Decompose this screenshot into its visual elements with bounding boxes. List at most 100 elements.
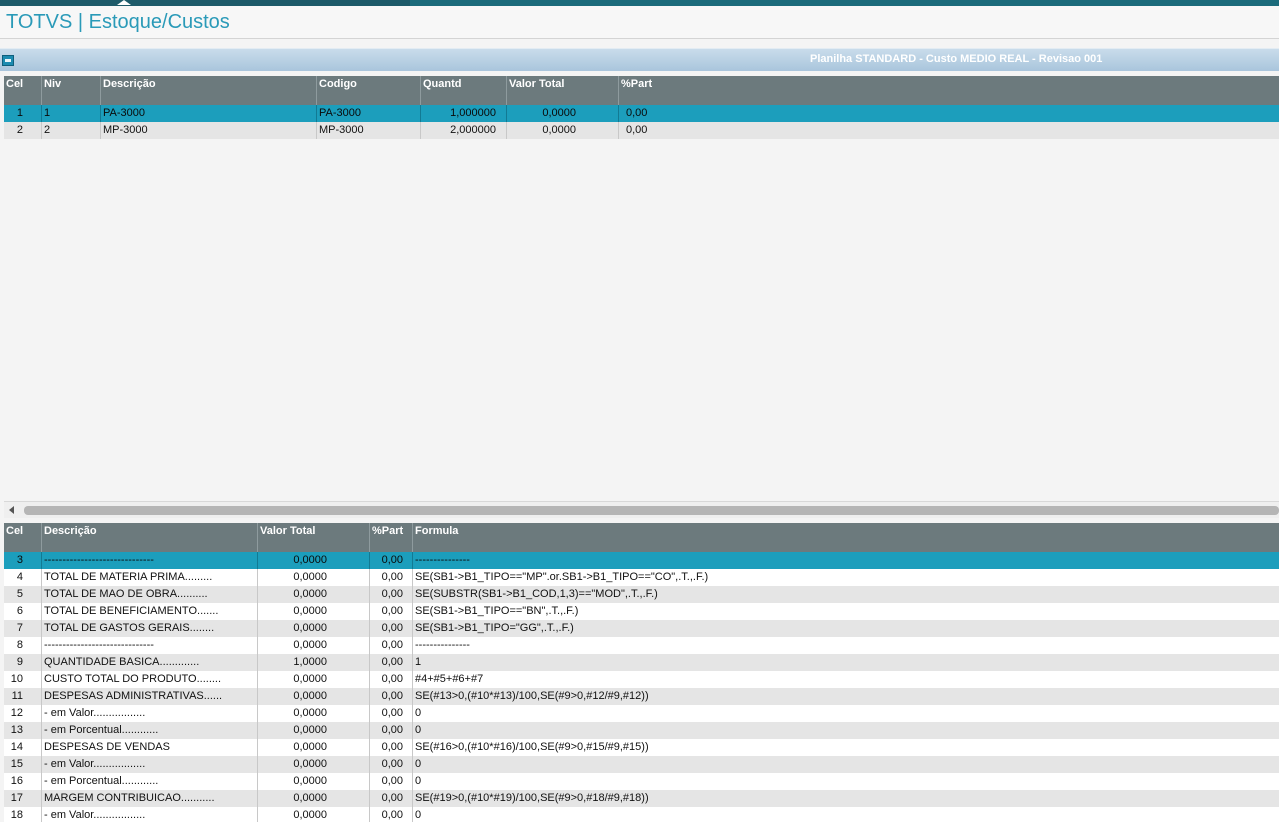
scrollbar-thumb[interactable]: [24, 506, 1279, 515]
cell-valor-total: 0,0000: [258, 637, 370, 654]
table-row[interactable]: 14 DESPESAS DE VENDAS 0,0000 0,00 SE(#16>0,(…: [4, 739, 1279, 756]
table-row[interactable]: 9 QUANTIDADE BASICA............. 1,0000 0,0…: [4, 654, 1279, 671]
cell-cel: 18: [4, 807, 42, 822]
cell-part: 0,00: [370, 688, 413, 705]
arrow-left-icon[interactable]: [9, 506, 14, 514]
table-row[interactable]: 12 - em Valor................. 0,0000 0,00…: [4, 705, 1279, 722]
cell-valor-total: 0,0000: [258, 552, 370, 569]
cell-valor-total: 0,0000: [258, 620, 370, 637]
cell-cel: 11: [4, 688, 42, 705]
table-row[interactable]: 18 - em Valor................. 0,0000 0,00…: [4, 807, 1279, 822]
cell-formula: SE(#16>0,(#10*#16)/100,SE(#9>0,#15/#9,#1…: [415, 741, 649, 753]
window-icon[interactable]: [2, 55, 14, 66]
cell-cel: 3: [4, 552, 42, 569]
window-titlebar: Planilha STANDARD - Custo MEDIO REAL - R…: [0, 48, 1279, 71]
cell-descricao: CUSTO TOTAL DO PRODUTO........: [42, 671, 258, 688]
cell-cel: 1: [4, 105, 42, 122]
col-header-cel[interactable]: Cel: [4, 523, 42, 552]
cell-cel: 14: [4, 739, 42, 756]
cell-descricao: PA-3000: [101, 105, 317, 122]
cell-descricao: TOTAL DE MATERIA PRIMA.........: [42, 569, 258, 586]
table-row[interactable]: 15 - em Valor................. 0,0000 0,00…: [4, 756, 1279, 773]
cell-formula: SE(#13>0,(#10*#13)/100,SE(#9>0,#12/#9,#1…: [415, 690, 649, 702]
cell-formula: 0: [415, 707, 422, 719]
cell-quantd: 2,000000: [421, 122, 507, 139]
cell-cel: 2: [4, 122, 42, 139]
cell-part: 0,00: [370, 620, 413, 637]
cell-part: 0,00: [626, 124, 648, 136]
table-row[interactable]: 4 TOTAL DE MATERIA PRIMA......... 0,0000 0,…: [4, 569, 1279, 586]
cell-formula: 0: [415, 724, 422, 736]
cell-descricao: - em Valor.................: [42, 705, 258, 722]
col-header-descricao[interactable]: Descrição: [101, 76, 317, 105]
table-row[interactable]: 6 TOTAL DE BENEFICIAMENTO....... 0,0000 0,0…: [4, 603, 1279, 620]
cell-formula: SE(SB1->B1_TIPO=="BN",.T.,.F.): [415, 605, 579, 617]
col-header-niv[interactable]: Niv: [42, 76, 101, 105]
col-header-descricao[interactable]: Descrição: [42, 523, 258, 552]
cell-formula: #4+#5+#6+#7: [415, 673, 484, 685]
cell-descricao: - em Valor.................: [42, 807, 258, 822]
table-row[interactable]: 11 DESPESAS ADMINISTRATIVAS...... 0,0000 0,…: [4, 688, 1279, 705]
table-row[interactable]: 1 1 PA-3000 PA-3000 1,000000 0,0000 0,00: [4, 105, 1279, 122]
window-subtitle: Planilha STANDARD - Custo MEDIO REAL - R…: [810, 53, 1103, 65]
cell-descricao: TOTAL DE GASTOS GERAIS........: [42, 620, 258, 637]
table-row[interactable]: 3 ------------------------------ 0,0000 0,0…: [4, 552, 1279, 569]
cell-part: 0,00: [626, 107, 648, 119]
col-header-quantd[interactable]: Quantd: [421, 76, 507, 105]
cost-sheet-rows: 3 ------------------------------ 0,0000 0,0…: [4, 552, 1279, 822]
cell-valor-total: 0,0000: [258, 586, 370, 603]
cell-part: 0,00: [370, 671, 413, 688]
col-header-cel[interactable]: Cel: [4, 76, 42, 105]
cell-cel: 16: [4, 773, 42, 790]
cell-cel: 5: [4, 586, 42, 603]
cell-valor-total: 0,0000: [258, 603, 370, 620]
cell-descricao: - em Porcentual............: [42, 773, 258, 790]
col-header-part[interactable]: %Part: [619, 76, 1279, 105]
horizontal-scrollbar[interactable]: [4, 501, 1279, 518]
table-row[interactable]: 13 - em Porcentual............ 0,0000 0,00…: [4, 722, 1279, 739]
cell-part: 0,00: [370, 586, 413, 603]
cell-part: 0,00: [370, 552, 413, 569]
cell-descricao: - em Porcentual............: [42, 722, 258, 739]
cell-formula: ---------------: [415, 639, 470, 651]
cell-formula: SE(#19>0,(#10*#19)/100,SE(#9>0,#18/#9,#1…: [415, 792, 649, 804]
col-header-part[interactable]: %Part: [370, 523, 413, 552]
cell-part: 0,00: [370, 739, 413, 756]
table-row[interactable]: 17 MARGEM CONTRIBUICAO........... 0,0000 0,…: [4, 790, 1279, 807]
cell-formula: SE(SB1->B1_TIPO="GG",.T.,.F.): [415, 622, 574, 634]
table-row[interactable]: 5 TOTAL DE MAO DE OBRA.......... 0,0000 0,0…: [4, 586, 1279, 603]
col-header-valor-total[interactable]: Valor Total: [258, 523, 370, 552]
structure-grid-header: Cel Niv Descrição Codigo Quantd Valor To…: [4, 76, 1279, 105]
cell-part: 0,00: [370, 705, 413, 722]
cell-cel: 12: [4, 705, 42, 722]
col-header-valor-total[interactable]: Valor Total: [507, 76, 619, 105]
table-row[interactable]: 10 CUSTO TOTAL DO PRODUTO........ 0,0000 0,…: [4, 671, 1279, 688]
cell-part: 0,00: [370, 569, 413, 586]
cell-descricao: TOTAL DE MAO DE OBRA..........: [42, 586, 258, 603]
cell-niv: 2: [42, 122, 101, 139]
cell-cel: 6: [4, 603, 42, 620]
cell-valor-total: 0,0000: [258, 807, 370, 822]
table-row[interactable]: 7 TOTAL DE GASTOS GERAIS........ 0,0000 0,0…: [4, 620, 1279, 637]
cell-part: 0,00: [370, 637, 413, 654]
cell-valor-total: 0,0000: [258, 722, 370, 739]
table-row[interactable]: 2 2 MP-3000 MP-3000 2,000000 0,0000 0,00: [4, 122, 1279, 139]
col-header-formula[interactable]: Formula: [413, 523, 1279, 552]
cell-descricao: DESPESAS DE VENDAS: [42, 739, 258, 756]
cell-valor-total: 0,0000: [258, 688, 370, 705]
cost-sheet-grid[interactable]: Cel Descrição Valor Total %Part Formula …: [4, 523, 1279, 822]
cell-cel: 15: [4, 756, 42, 773]
cell-valor-total: 0,0000: [507, 122, 619, 139]
cell-descricao: MARGEM CONTRIBUICAO...........: [42, 790, 258, 807]
col-header-codigo[interactable]: Codigo: [317, 76, 421, 105]
cell-valor-total: 0,0000: [258, 773, 370, 790]
cell-descricao: DESPESAS ADMINISTRATIVAS......: [42, 688, 258, 705]
structure-grid[interactable]: Cel Niv Descrição Codigo Quantd Valor To…: [4, 76, 1279, 501]
cell-formula: 0: [415, 809, 422, 821]
cell-cel: 4: [4, 569, 42, 586]
table-row[interactable]: 8 ------------------------------ 0,0000 0,0…: [4, 637, 1279, 654]
cell-valor-total: 0,0000: [258, 705, 370, 722]
cell-codigo: PA-3000: [317, 105, 421, 122]
table-row[interactable]: 16 - em Porcentual............ 0,0000 0,00…: [4, 773, 1279, 790]
cell-valor-total: 0,0000: [258, 790, 370, 807]
